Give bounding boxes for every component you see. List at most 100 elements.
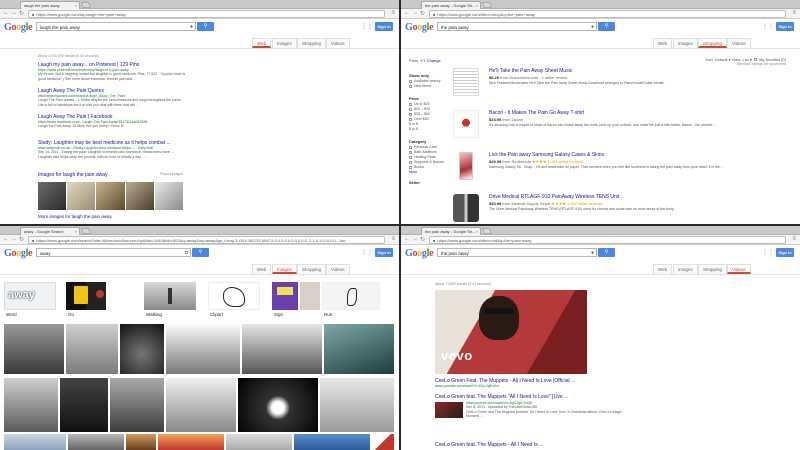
image-result[interactable] xyxy=(66,324,118,374)
related-chip-go[interactable] xyxy=(66,282,106,310)
tab-videos[interactable]: Videos xyxy=(326,264,350,274)
tab-images[interactable]: Images xyxy=(673,264,698,274)
search-input[interactable]: the pain away ● xyxy=(437,248,597,257)
report-images-link[interactable]: Report images xyxy=(160,172,183,176)
related-label[interactable]: Word xyxy=(6,312,17,317)
apps-grid-icon[interactable]: ⋮⋮ xyxy=(361,23,373,30)
search-input[interactable]: away ◘ xyxy=(36,248,191,257)
browser-tab[interactable]: away - Google Search × xyxy=(20,227,80,235)
filter-option[interactable]: $20 – $35 xyxy=(409,107,449,111)
back-icon[interactable]: ← xyxy=(3,10,9,16)
search-button[interactable]: ⚲ xyxy=(197,22,214,31)
tab-images[interactable]: Images xyxy=(272,264,297,274)
tab-web[interactable]: Web xyxy=(653,38,673,48)
checkbox-icon[interactable] xyxy=(409,155,412,159)
related-label[interactable]: Clipart xyxy=(210,312,223,317)
browser-tab[interactable]: laugh the pain away × xyxy=(20,1,80,9)
forward-icon[interactable]: → xyxy=(412,236,418,242)
search-button[interactable]: ⚲ xyxy=(598,22,615,31)
tab-web[interactable]: Web xyxy=(252,264,272,274)
related-chip-run[interactable] xyxy=(322,282,380,310)
image-result[interactable] xyxy=(68,434,124,450)
filter-option[interactable]: Over $50 xyxy=(409,117,449,121)
google-logo[interactable]: Google xyxy=(4,248,33,259)
apps-grid-icon[interactable]: ⋮⋮ xyxy=(361,249,373,256)
image-result[interactable] xyxy=(166,324,240,374)
tab-shopping[interactable]: Shopping xyxy=(297,38,327,48)
google-logo[interactable]: Google xyxy=(405,248,434,259)
image-result[interactable] xyxy=(294,434,370,450)
price-range-input[interactable]: $ to $ xyxy=(409,122,449,126)
image-result[interactable] xyxy=(4,324,64,374)
related-label[interactable]: Go xyxy=(68,312,74,317)
images-heading[interactable]: Images for laugh the pain away xyxy=(38,172,108,178)
tab-web[interactable]: Web xyxy=(252,38,272,48)
video-player[interactable]: vevo xyxy=(435,290,587,374)
image-result[interactable] xyxy=(324,324,394,374)
related-label[interactable]: Sign xyxy=(274,312,283,317)
new-tab-button[interactable] xyxy=(80,2,92,8)
image-result[interactable] xyxy=(372,434,394,450)
back-icon[interactable]: ← xyxy=(3,236,9,242)
radio-icon[interactable] xyxy=(409,107,412,111)
reload-icon[interactable]: ↻ xyxy=(19,10,24,17)
filter-option[interactable]: New items xyxy=(409,84,449,88)
image-thumbnail[interactable] xyxy=(154,182,184,210)
product-title[interactable]: Drive Medical RTLAGF-910 PainAway Wirele… xyxy=(489,194,783,200)
close-tab-icon[interactable]: × xyxy=(476,229,478,234)
browser-tab[interactable]: the pain away - Google Se... × xyxy=(421,227,481,235)
related-chip-clipart[interactable] xyxy=(208,282,260,310)
related-label[interactable]: Walking xyxy=(146,312,162,317)
filter-option[interactable]: Available nearby xyxy=(409,79,449,83)
product-title[interactable]: Lick the Pain away Samsung Galaxy Cases … xyxy=(489,152,783,158)
radio-icon[interactable] xyxy=(409,117,412,121)
product-title[interactable]: He'll Take the Pain Away Sheet Music xyxy=(489,68,783,74)
radio-icon[interactable] xyxy=(409,112,412,116)
filter-option[interactable]: Books xyxy=(409,165,449,169)
checkbox-icon[interactable] xyxy=(409,160,412,164)
more-categories-link[interactable]: More xyxy=(409,170,449,174)
tab-images[interactable]: Images xyxy=(673,38,698,48)
image-thumbnail[interactable] xyxy=(67,182,96,210)
tab-videos[interactable]: Videos xyxy=(727,264,751,274)
menu-icon[interactable]: ≡ xyxy=(391,236,395,242)
change-location-link[interactable]: Change xyxy=(427,58,441,63)
checkbox-icon[interactable] xyxy=(409,145,412,149)
image-result[interactable] xyxy=(60,378,108,432)
price-range-input[interactable]: $ to $ xyxy=(409,127,449,131)
tab-images[interactable]: Images xyxy=(272,38,297,48)
reload-icon[interactable]: ↻ xyxy=(420,236,425,243)
image-result[interactable] xyxy=(110,378,164,432)
address-bar[interactable]: ■ https://www.google.com/#q=laugh+the+pai… xyxy=(28,10,385,18)
reload-icon[interactable]: ↻ xyxy=(19,236,24,243)
image-thumbnail[interactable] xyxy=(96,182,125,210)
radio-icon[interactable] xyxy=(409,102,412,106)
tens-unit-image[interactable] xyxy=(453,194,479,222)
google-logo[interactable]: Google xyxy=(4,22,33,33)
search-button[interactable]: ⚲ xyxy=(598,248,615,257)
back-icon[interactable]: ← xyxy=(404,10,410,16)
filter-option[interactable]: Up to $20 xyxy=(409,102,449,106)
close-tab-icon[interactable]: × xyxy=(476,3,478,8)
related-chip-word[interactable]: away xyxy=(4,282,56,310)
related-chip-walking[interactable] xyxy=(144,282,196,310)
reload-icon[interactable]: ↻ xyxy=(420,10,425,17)
image-result[interactable] xyxy=(4,434,66,450)
forward-icon[interactable]: → xyxy=(11,236,17,242)
checkbox-icon[interactable] xyxy=(409,150,412,154)
new-tab-button[interactable] xyxy=(481,2,493,8)
filter-option[interactable]: Bath Additives xyxy=(409,150,449,154)
checkbox-icon[interactable] xyxy=(409,84,412,88)
tab-videos[interactable]: Videos xyxy=(727,38,751,48)
image-result[interactable] xyxy=(120,324,164,374)
tab-shopping[interactable]: Shopping xyxy=(698,38,728,48)
close-tab-icon[interactable]: × xyxy=(75,229,77,234)
filter-option[interactable]: Heating Pads xyxy=(409,155,449,159)
microphone-icon[interactable]: ● xyxy=(591,250,594,256)
tab-web[interactable]: Web xyxy=(653,264,673,274)
image-thumbnail[interactable] xyxy=(125,182,154,210)
tab-shopping[interactable]: Shopping xyxy=(698,264,728,274)
related-label[interactable]: Run xyxy=(324,312,332,317)
image-result[interactable] xyxy=(158,434,224,450)
address-bar[interactable]: ■ https://www.google.com/search?site=&tbm… xyxy=(28,236,385,244)
